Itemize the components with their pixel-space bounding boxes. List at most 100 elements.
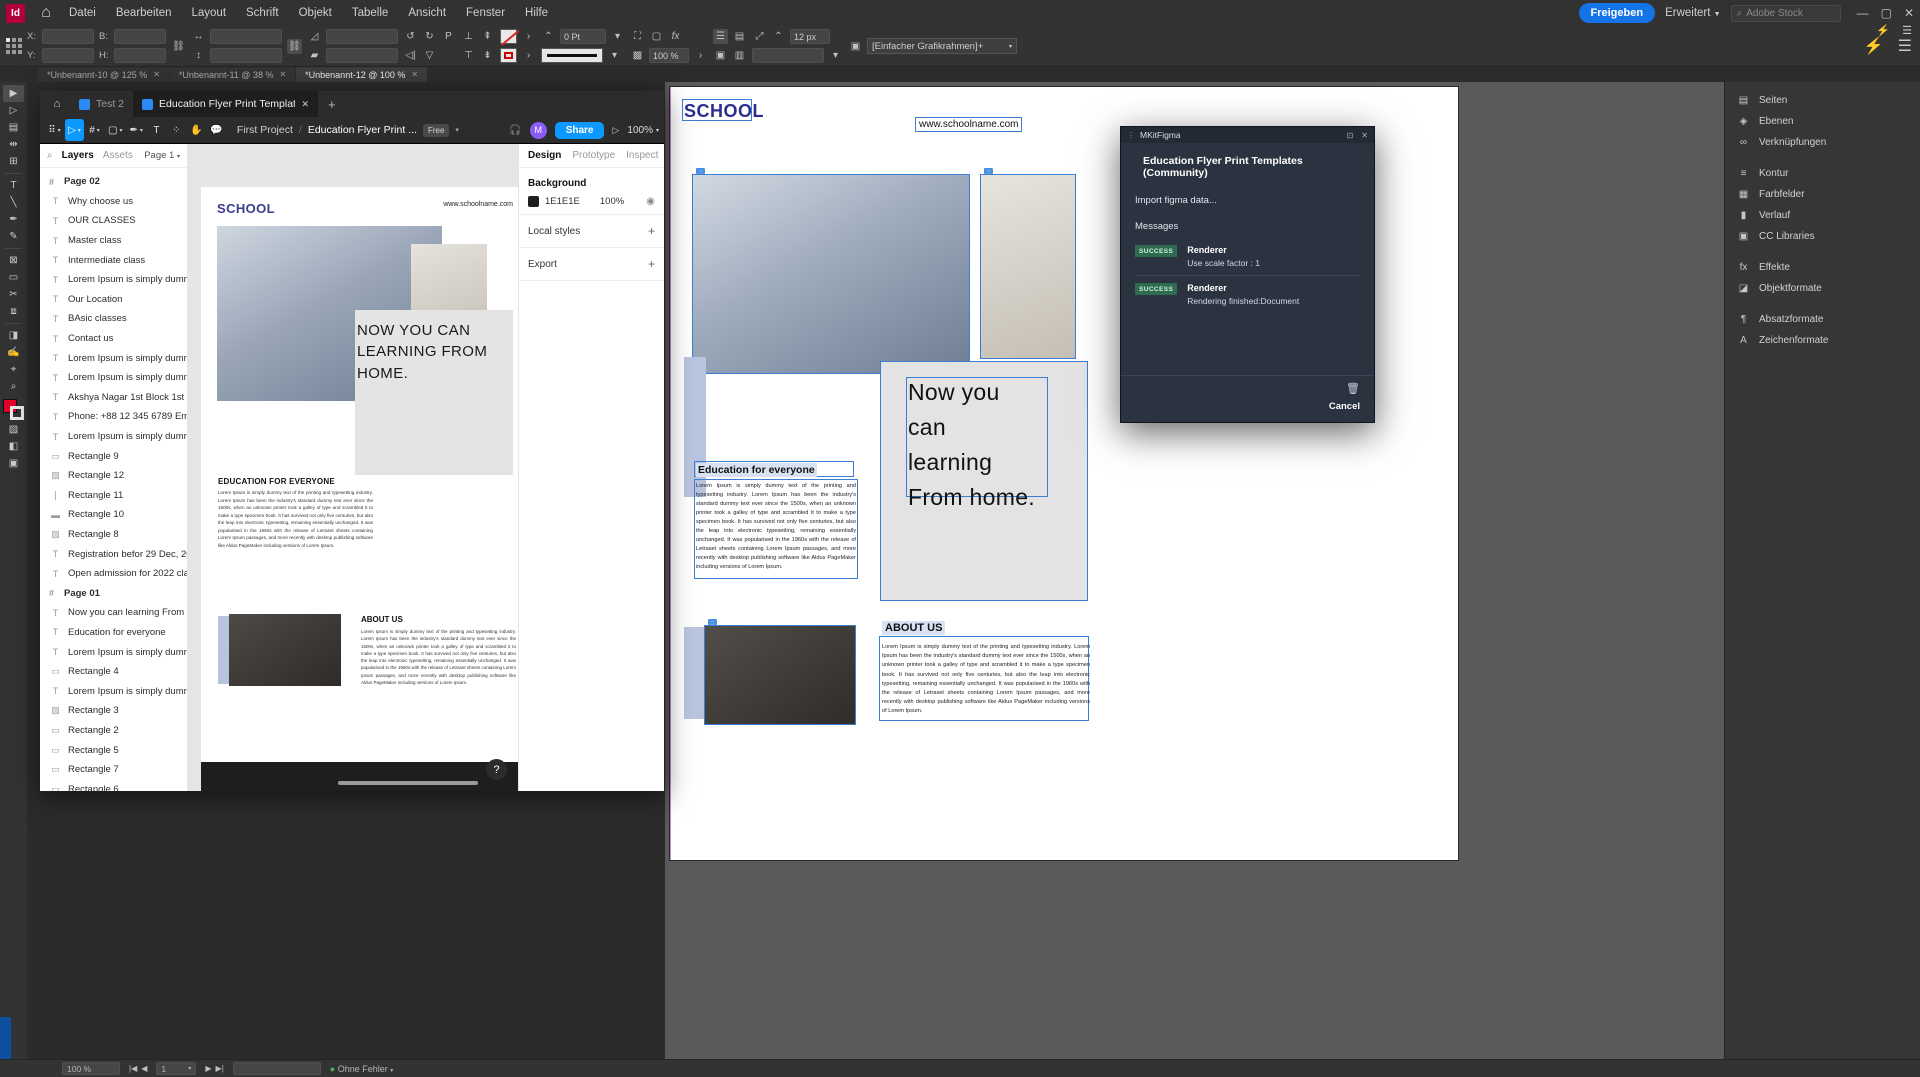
doc-education-title[interactable]: Education for everyone (696, 463, 817, 477)
layer-item[interactable]: T Intermediate class (40, 250, 187, 270)
formatting-affects-container-icon[interactable]: ▨ (3, 421, 24, 438)
corner-shape-dropdown-icon[interactable]: ▾ (828, 48, 843, 63)
stroke-weight-input[interactable]: 0 Pt (560, 29, 606, 44)
document-tab[interactable]: *Unbenannt-11 @ 38 % ✕ (169, 67, 296, 82)
layer-item[interactable]: ▨ Rectangle 12 (40, 466, 187, 486)
layer-item[interactable]: ▭ Rectangle 4 (40, 662, 187, 682)
panel-item-objektformate[interactable]: ◪ Objektformate (1725, 278, 1920, 299)
opacity-dropdown-icon[interactable]: › (693, 48, 708, 63)
maximize-icon[interactable]: ▢ (1881, 6, 1892, 20)
scissors-tool[interactable]: ✂ (3, 286, 24, 303)
close-icon[interactable]: ✕ (153, 70, 160, 79)
rectangle-tool[interactable]: ▭ (3, 269, 24, 286)
figma-flyer-frame[interactable]: SCHOOL www.schoolname.com NOW YOU CAN LE… (201, 187, 518, 791)
close-icon[interactable]: ✕ (411, 70, 418, 79)
drag-handle-icon[interactable]: ⋮ (1127, 131, 1135, 140)
fx-icon[interactable]: fx (668, 29, 683, 44)
last-page-icon[interactable]: ▶| (216, 1064, 224, 1073)
panel-item-effekte[interactable]: fx Effekte (1725, 257, 1920, 278)
minimize-icon[interactable]: — (1857, 6, 1869, 20)
tab-assets[interactable]: Assets (103, 150, 133, 161)
panel-options-icon[interactable]: ☰ (1902, 24, 1912, 37)
figma-document-name[interactable]: Education Flyer Print ... (308, 124, 417, 136)
headphones-icon[interactable]: 🎧 (509, 125, 521, 136)
tab-prototype[interactable]: Prototype (572, 150, 615, 161)
cancel-button[interactable]: Cancel (1135, 401, 1360, 412)
layer-item[interactable]: # Page 02 (40, 172, 187, 192)
panel-item-zeichenformate[interactable]: A Zeichenformate (1725, 330, 1920, 351)
figma-project-name[interactable]: First Project (237, 124, 293, 136)
direct-selection-tool[interactable]: ▷ (3, 102, 24, 119)
figma-window[interactable]: ⌂ Test 2 Education Flyer Print Templates… (40, 91, 664, 791)
hand-icon[interactable]: ✋ (187, 119, 206, 141)
tab-design[interactable]: Design (528, 150, 561, 161)
shape-tool-icon[interactable]: ▢ ▾ (105, 119, 125, 141)
layer-item[interactable]: T OUR CLASSES (40, 211, 187, 231)
align-top-icon[interactable]: ⊥ (461, 29, 476, 44)
corner-options-icon[interactable]: ⤢ (752, 29, 767, 44)
content-collector-tool[interactable]: ⊞ (3, 153, 24, 170)
object-style-select[interactable]: [Einfacher Grafikrahmen]+ ▾ (867, 38, 1017, 54)
panel-item-absatzformate[interactable]: ¶ Absatzformate (1725, 309, 1920, 330)
window-controls[interactable]: — ▢ ✕ (1857, 6, 1914, 20)
comment-icon[interactable]: 💬 (207, 119, 226, 141)
width-input[interactable] (114, 29, 166, 44)
workspace-selector[interactable]: Erweitert ▼ (1665, 7, 1721, 19)
layer-item[interactable]: T Registration befor 29 Dec, 2022 (40, 544, 187, 564)
menu-layout[interactable]: Layout (181, 3, 236, 23)
zoom-field[interactable]: 100 % (62, 1062, 120, 1075)
distribute-icon[interactable]: ⇞ (480, 29, 495, 44)
home-icon[interactable]: ⌂ (33, 2, 59, 24)
trash-icon[interactable]: 🗑 (1135, 382, 1360, 395)
quick-apply-icon[interactable]: ⚡ (1864, 36, 1884, 56)
shear-input[interactable] (326, 48, 398, 63)
constrain-proportions-icon[interactable]: ⛓ (171, 39, 186, 54)
panel-item-verlauf[interactable]: ▮ Verlauf (1725, 205, 1920, 226)
y-input[interactable] (42, 48, 94, 63)
prev-page-icon[interactable]: ◀ (141, 1064, 147, 1073)
text-wrap-none-icon[interactable]: ☰ (713, 29, 728, 44)
fill-swatch[interactable] (500, 29, 517, 44)
layer-item[interactable]: ▨ Rectangle 8 (40, 525, 187, 545)
flip-vertical-icon[interactable]: ▽ (422, 48, 437, 63)
layer-item[interactable]: T Open admission for 2022 class. (40, 564, 187, 584)
menu-bearbeiten[interactable]: Bearbeiten (106, 3, 182, 23)
fill-dropdown-icon[interactable]: › (521, 29, 536, 44)
apply-color-icon[interactable]: ◧ (3, 438, 24, 455)
align-bottom-icon[interactable]: ⊤ (461, 48, 476, 63)
layer-item[interactable]: ▭ Rectangle 6 (40, 779, 187, 791)
gap-tool[interactable]: ⇹ (3, 136, 24, 153)
layer-item[interactable]: T Why choose us (40, 192, 187, 212)
rotate-ccw-icon[interactable]: ↺ (403, 29, 418, 44)
text-wrap-jump-icon[interactable]: ▥ (732, 48, 747, 63)
stroke-style-preview[interactable] (541, 48, 603, 63)
stroke-dropdown-icon[interactable]: › (521, 48, 536, 63)
stroke-swatch[interactable] (500, 48, 517, 63)
layer-item[interactable]: ▭ Rectangle 5 (40, 740, 187, 760)
gradient-tool[interactable]: ◨ (3, 327, 24, 344)
type-tool[interactable]: T (3, 177, 24, 194)
layer-item[interactable]: T Contact us (40, 329, 187, 349)
first-page-icon[interactable]: |◀ (129, 1064, 137, 1073)
doc-url-text[interactable]: www.schoolname.com (915, 117, 1023, 132)
height-input[interactable] (114, 48, 166, 63)
avatar[interactable]: M (529, 121, 547, 139)
doc-books-image[interactable]: ⬚ (980, 168, 1076, 359)
normal-view-mode-icon[interactable]: ▣ (3, 455, 24, 472)
opacity-icon[interactable]: ▩ (630, 48, 645, 63)
document-tab[interactable]: *Unbenannt-10 @ 125 % ✕ (38, 67, 169, 82)
layer-item[interactable]: T Lorem Ipsum is simply dumm... (40, 270, 187, 290)
stroke-style-dropdown-icon[interactable]: ▾ (607, 48, 622, 63)
stroke-weight-dropdown-icon[interactable]: ▾ (610, 29, 625, 44)
pen-tool[interactable]: ✒ (3, 211, 24, 228)
tab-inspect[interactable]: Inspect (626, 150, 658, 161)
menu-ansicht[interactable]: Ansicht (398, 3, 456, 23)
figma-new-tab-button[interactable]: + (318, 97, 346, 112)
present-icon[interactable]: ▷ (612, 125, 619, 136)
layer-item[interactable]: T Master class (40, 231, 187, 251)
panel-menu-icon[interactable]: ☰ (1898, 36, 1912, 56)
fitting-icon[interactable]: ⛶ (630, 29, 645, 44)
stroke-color-swatch[interactable] (9, 406, 24, 420)
import-figma-data-label[interactable]: Import figma data... (1135, 195, 1360, 206)
layer-item[interactable]: ▨ Rectangle 3 (40, 701, 187, 721)
